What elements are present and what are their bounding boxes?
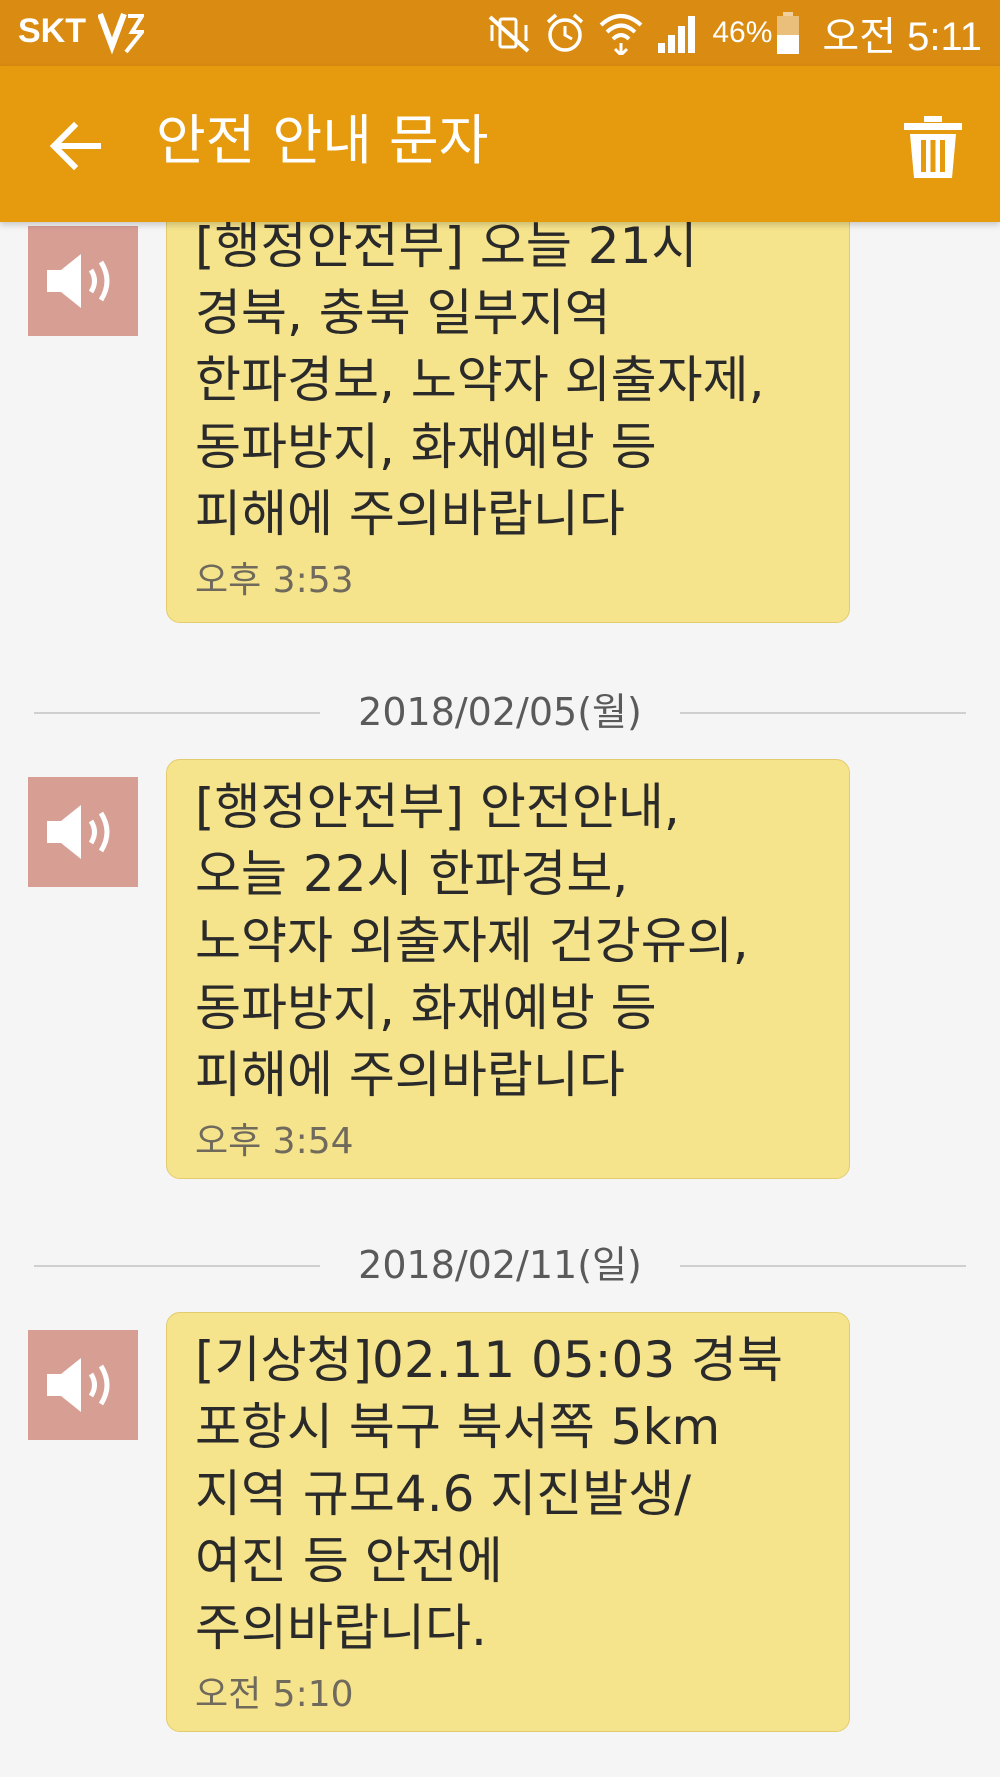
signal-icon: [658, 16, 696, 53]
message-line: 경북, 충북 일부지역: [195, 284, 611, 342]
message-line: 피해에 주의바랍니다: [195, 1046, 625, 1104]
message-bubble[interactable]: [행정안전부] 오늘 21시 경북, 충북 일부지역 한파경보, 노약자 외출자…: [166, 222, 850, 623]
date-label: 2018/02/11(일): [358, 1243, 642, 1287]
message-bubble[interactable]: [기상청]02.11 05:03 경북 포항시 북구 북서쪽 5km 지역 규모…: [166, 1312, 850, 1732]
date-separator: 2018/02/05(월): [0, 692, 1000, 732]
battery-percent: 46%: [712, 16, 773, 49]
message-line: [기상청]02.11 05:03 경북: [195, 1331, 784, 1389]
message-item: [행정안전부] 오늘 21시 경북, 충북 일부지역 한파경보, 노약자 외출자…: [0, 222, 1000, 632]
sender-avatar: [28, 777, 138, 887]
speaker-icon: [47, 805, 110, 859]
battery-icon: [777, 12, 800, 54]
message-time: 오전 5:10: [195, 1674, 354, 1715]
message-line: 노약자 외출자제 건강유의,: [195, 912, 749, 970]
message-line: 동파방지, 화재예방 등: [195, 418, 657, 476]
date-separator: 2018/02/11(일): [0, 1245, 1000, 1285]
message-line: 포항시 북구 북서쪽 5km: [195, 1398, 721, 1456]
speaker-icon: [47, 1358, 110, 1412]
message-line: 여진 등 안전에: [195, 1532, 503, 1590]
message-list[interactable]: [행정안전부] 오늘 21시 경북, 충북 일부지역 한파경보, 노약자 외출자…: [0, 222, 1000, 1777]
message-line: 주의바랍니다.: [195, 1599, 487, 1657]
message-line: [행정안전부] 안전안내,: [195, 778, 680, 836]
page-title: 안전 안내 문자: [156, 109, 489, 172]
volte-icon: [98, 12, 144, 54]
sender-avatar: [28, 1330, 138, 1440]
message-line: 피해에 주의바랍니다: [195, 485, 625, 543]
sender-avatar: [28, 226, 138, 336]
app-bar: 안전 안내 문자: [0, 66, 1000, 222]
message-time: 오후 3:53: [195, 560, 354, 601]
message-time: 오후 3:54: [195, 1121, 354, 1162]
carrier-label: SKT: [18, 12, 86, 50]
speaker-icon: [47, 254, 110, 308]
back-arrow-icon[interactable]: [44, 114, 108, 178]
status-clock: 오전 5:11: [822, 15, 982, 59]
alarm-icon: [547, 13, 584, 52]
message-line: 동파방지, 화재예방 등: [195, 979, 657, 1037]
message-item: [행정안전부] 안전안내, 오늘 22시 한파경보, 노약자 외출자제 건강유의…: [0, 759, 1000, 1179]
wifi-icon: [600, 14, 643, 55]
message-line: [행정안전부] 오늘 21시: [195, 222, 698, 275]
message-line: 지역 규모4.6 지진발생/: [195, 1465, 692, 1523]
message-line: 한파경보, 노약자 외출자제,: [195, 351, 765, 409]
message-item: [기상청]02.11 05:03 경북 포항시 북구 북서쪽 5km 지역 규모…: [0, 1312, 1000, 1732]
date-label: 2018/02/05(월): [358, 690, 642, 734]
vibrate-off-icon: [489, 15, 530, 53]
message-bubble[interactable]: [행정안전부] 안전안내, 오늘 22시 한파경보, 노약자 외출자제 건강유의…: [166, 759, 850, 1179]
message-line: 오늘 22시 한파경보,: [195, 845, 629, 903]
status-bar: SKT 46% 오전 5:11: [0, 0, 1000, 66]
trash-icon[interactable]: [900, 114, 966, 180]
